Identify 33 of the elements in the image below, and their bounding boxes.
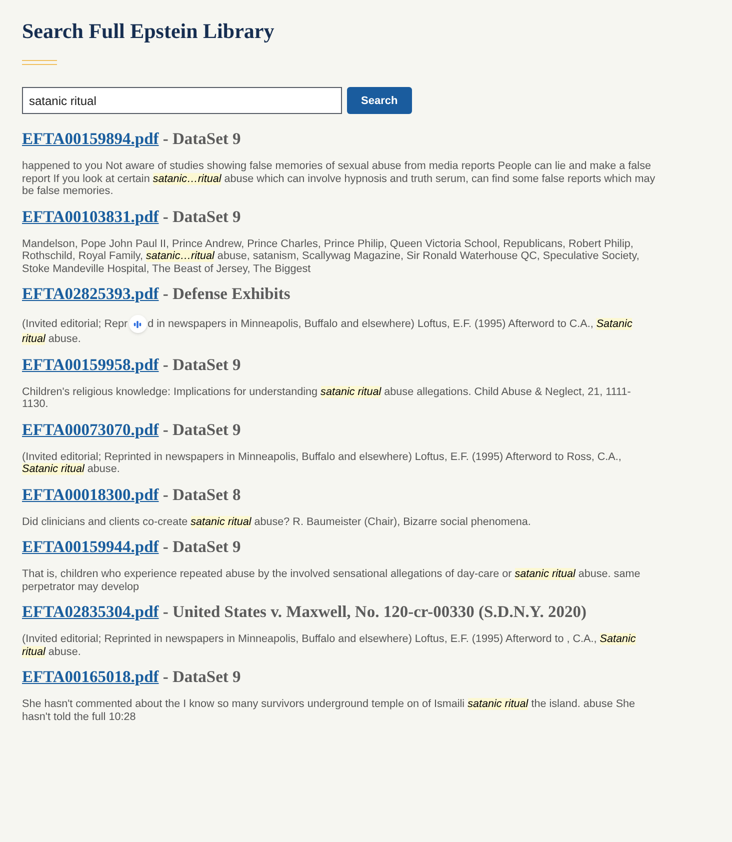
result-snippet: Did clinicians and clients co-create satanic ritual abuse? R. Baumeister (Chair), Bizarre social phenomena.	[22, 516, 532, 528]
search-button[interactable]: Search	[347, 87, 412, 114]
result-snippet: d in newspapers in Minneapolis, Buffalo and elsewhere) Loftus, E.F. (1995) Afterword to C.A., Satanic	[148, 318, 632, 330]
result-snippet: (Invited editorial; Reprinted in newspapers in Minneapolis, Buffalo and elsewhere) Loftus, E.F. (1995) Afterword to , C.A., Satanic ritual abuse.	[22, 633, 637, 658]
result-snippet: (Invited editorial; Reprinted in newspapers in Minneapolis, Buffalo and elsewhere) Loftus, E.F. (1995) Afterword to Ross, C.A., Satanic ritual abuse.	[22, 450, 622, 476]
result-source: - DataSet 9	[162, 206, 241, 226]
result-snippet: Mandelson, Pope John Paul II, Prince Andrew, Prince Charles, Prince Philip, Queen Victoria School, Republicans, Robert Philip, Rothschild, Royal Family, satanic…ritual abuse, satanism, Scallywag Magazine, Sir Ronald Waterhouse QC, Speculative Society, Stoke Mandeville Hospital, The Beast of Jersey, The Biggest	[22, 238, 640, 276]
result-source: - DataSet 9	[162, 420, 241, 439]
result-source: - DataSet 8	[162, 484, 241, 504]
result-snippet: She hasn't commented about the I know so many survivors underground temple on of Ismaili satanic ritual the island. abuse She hasn't told the full 10:28	[22, 698, 636, 724]
result-source: - DataSet 9	[162, 129, 241, 148]
result-source: - Defense Exhibits	[162, 284, 290, 304]
result-source: - DataSet 9	[162, 354, 241, 374]
result-source: - DataSet 9	[162, 667, 241, 686]
file-link[interactable]: EFTA02835304.pdf	[22, 602, 159, 622]
file-link[interactable]: EFTA00159894.pdf	[22, 129, 159, 148]
result-snippet: happened to you Not aware of studies showing false memories of sexual abuse from media reports People can lie and make a false report If you look at certain satanic…ritual abuse which can involve hypnosis and truth serum, can find some false reports which may be false memories.	[22, 160, 656, 198]
result-source: - DataSet 9	[162, 537, 241, 556]
file-link[interactable]: EFTA02825393.pdf	[22, 284, 159, 304]
result-source: - United States v. Maxwell, No. 120-cr-00330 (S.D.N.Y. 2020)	[162, 602, 587, 622]
result-snippet: (Invited editorial; Repr	[22, 318, 128, 330]
search-field[interactable]: satanic ritual	[22, 87, 342, 114]
file-link[interactable]: EFTA00159944.pdf	[22, 537, 159, 556]
result-snippet: ritual abuse.	[22, 333, 82, 346]
file-link[interactable]: EFTA00165018.pdf	[22, 667, 159, 686]
page-title: Search Full Epstein Library	[22, 18, 276, 44]
file-link[interactable]: EFTA00018300.pdf	[22, 484, 159, 504]
result-snippet: That is, children who experience repeated abuse by the involved sensational allegations of day-care or satanic ritual abuse. same perpetrator may develop	[22, 568, 642, 594]
file-link[interactable]: EFTA00103831.pdf	[22, 206, 159, 226]
voice-widget-icon[interactable]	[128, 315, 147, 334]
result-snippet: Children's religious knowledge: Implications for understanding satanic ritual abuse allegations. Child Abuse & Neglect, 21, 1111-1130.	[22, 386, 632, 411]
file-link[interactable]: EFTA00159958.pdf	[22, 354, 159, 374]
file-link[interactable]: EFTA00073070.pdf	[22, 420, 159, 439]
